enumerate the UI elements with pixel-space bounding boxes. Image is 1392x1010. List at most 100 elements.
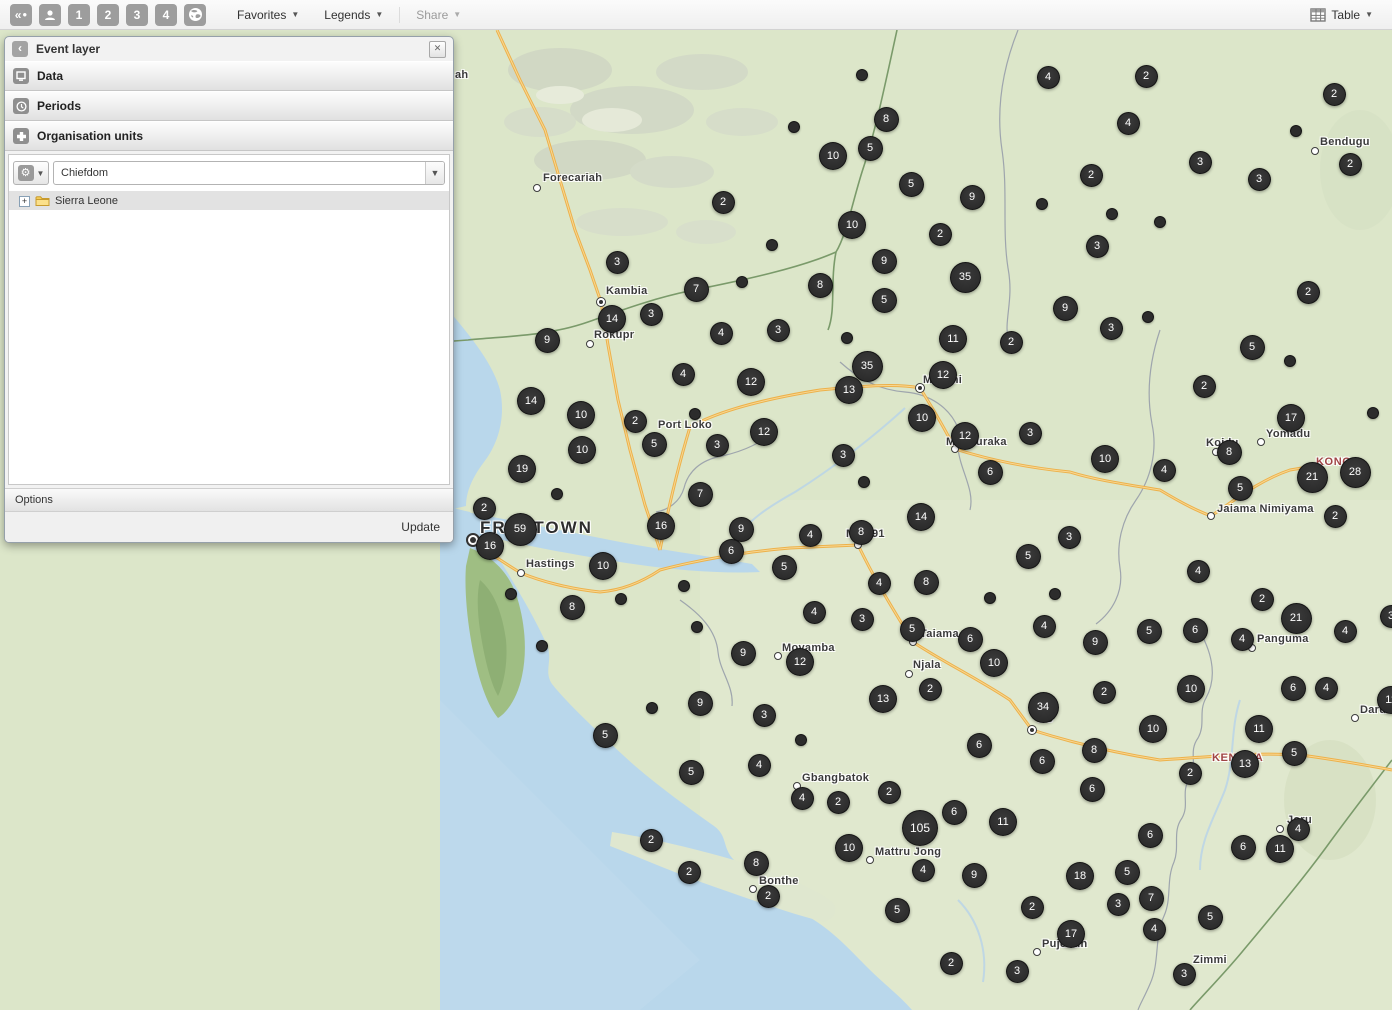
event-cluster[interactable]: 5 — [1137, 619, 1162, 644]
event-cluster[interactable]: 8 — [808, 273, 833, 298]
event-dot[interactable] — [1142, 311, 1154, 323]
event-cluster[interactable]: 3 — [640, 303, 663, 326]
event-cluster[interactable]: 2 — [1000, 331, 1023, 354]
event-cluster[interactable]: 10 — [589, 552, 617, 580]
event-dot[interactable] — [1036, 198, 1048, 210]
event-cluster[interactable]: 21 — [1297, 462, 1328, 493]
event-cluster[interactable]: 5 — [885, 898, 910, 923]
event-cluster[interactable]: 8 — [744, 851, 769, 876]
event-cluster[interactable]: 10 — [568, 436, 596, 464]
event-cluster[interactable]: 7 — [1139, 886, 1164, 911]
section-data[interactable]: Data — [5, 61, 453, 91]
event-cluster[interactable]: 9 — [729, 517, 754, 542]
event-cluster[interactable]: 6 — [1183, 618, 1208, 643]
event-cluster[interactable]: 6 — [1080, 777, 1105, 802]
event-cluster[interactable]: 3 — [1086, 235, 1109, 258]
event-dot[interactable] — [678, 580, 690, 592]
event-cluster[interactable]: 5 — [1016, 544, 1041, 569]
event-cluster[interactable]: 5 — [1282, 741, 1307, 766]
event-cluster[interactable]: 5 — [1115, 860, 1140, 885]
event-cluster[interactable]: 10 — [835, 834, 863, 862]
event-cluster[interactable]: 3 — [767, 319, 790, 342]
event-cluster[interactable]: 2 — [1297, 281, 1320, 304]
event-cluster[interactable]: 11 — [1245, 715, 1273, 743]
event-cluster[interactable]: 9 — [731, 641, 756, 666]
event-cluster[interactable]: 11 — [939, 325, 967, 353]
event-cluster[interactable]: 16 — [647, 512, 675, 540]
event-cluster[interactable]: 5 — [679, 760, 704, 785]
event-cluster[interactable]: 3 — [1107, 893, 1130, 916]
event-cluster[interactable]: 4 — [799, 524, 822, 547]
event-cluster[interactable]: 5 — [1198, 905, 1223, 930]
update-button[interactable]: Update — [401, 520, 440, 534]
event-cluster[interactable]: 3 — [1100, 317, 1123, 340]
event-cluster[interactable]: 12 — [737, 368, 765, 396]
event-cluster[interactable]: 6 — [1281, 676, 1306, 701]
event-cluster[interactable]: 4 — [912, 859, 935, 882]
event-cluster[interactable]: 4 — [1231, 628, 1254, 651]
event-dot[interactable] — [689, 408, 701, 420]
event-cluster[interactable]: 2 — [624, 410, 647, 433]
event-dot[interactable] — [551, 488, 563, 500]
event-cluster[interactable]: 2 — [1339, 153, 1362, 176]
event-cluster[interactable]: 10 — [567, 401, 595, 429]
event-cluster[interactable]: 3 — [606, 251, 629, 274]
event-cluster[interactable]: 4 — [1037, 66, 1060, 89]
event-cluster[interactable]: 5 — [642, 432, 667, 457]
event-cluster[interactable]: 4 — [1143, 918, 1166, 941]
event-cluster[interactable]: 6 — [942, 800, 967, 825]
event-cluster[interactable]: 10 — [1139, 715, 1167, 743]
event-cluster[interactable]: 8 — [1082, 738, 1107, 763]
event-cluster[interactable]: 4 — [803, 601, 826, 624]
event-cluster[interactable]: 8 — [914, 570, 939, 595]
event-cluster[interactable]: 17 — [1277, 404, 1305, 432]
event-dot[interactable] — [1367, 407, 1379, 419]
event-dot[interactable] — [766, 239, 778, 251]
event-cluster[interactable]: 10 — [1091, 445, 1119, 473]
event-cluster[interactable]: 2 — [1324, 505, 1347, 528]
apps-icon[interactable]: «● — [10, 4, 32, 26]
table-menu[interactable]: Table ▼ — [1301, 0, 1382, 29]
event-dot[interactable] — [984, 592, 996, 604]
event-cluster[interactable]: 11 — [1266, 835, 1294, 863]
event-cluster[interactable]: 4 — [672, 363, 695, 386]
event-dot[interactable] — [736, 276, 748, 288]
event-cluster[interactable]: 2 — [473, 497, 496, 520]
event-cluster[interactable]: 6 — [1030, 749, 1055, 774]
event-cluster[interactable]: 2 — [827, 791, 850, 814]
event-cluster[interactable]: 2 — [1093, 681, 1116, 704]
event-cluster[interactable]: 8 — [560, 595, 585, 620]
event-dot[interactable] — [505, 588, 517, 600]
section-options[interactable]: Options — [5, 488, 453, 512]
event-cluster[interactable]: 12 — [929, 361, 957, 389]
event-cluster[interactable]: 2 — [929, 223, 952, 246]
tree-node-sierra-leone[interactable]: + Sierra Leone — [9, 192, 449, 210]
event-cluster[interactable]: 6 — [1138, 823, 1163, 848]
section-periods[interactable]: Periods — [5, 91, 453, 121]
orgunit-settings-button[interactable]: ⚙ ▼ — [13, 161, 49, 185]
event-dot[interactable] — [1106, 208, 1118, 220]
event-cluster[interactable]: 13 — [835, 376, 863, 404]
event-cluster[interactable]: 28 — [1340, 457, 1371, 488]
event-dot[interactable] — [788, 121, 800, 133]
event-cluster[interactable]: 10 — [838, 211, 866, 239]
collapse-left-icon[interactable]: ‹ — [12, 41, 28, 57]
event-cluster[interactable]: 4 — [791, 787, 814, 810]
event-cluster[interactable]: 5 — [899, 172, 924, 197]
event-cluster[interactable]: 6 — [958, 627, 983, 652]
event-dot[interactable] — [536, 640, 548, 652]
event-cluster[interactable]: 9 — [1053, 296, 1078, 321]
event-cluster[interactable]: 6 — [719, 539, 744, 564]
event-dot[interactable] — [795, 734, 807, 746]
event-cluster[interactable]: 14 — [517, 387, 545, 415]
event-cluster[interactable]: 11 — [989, 808, 1017, 836]
event-cluster[interactable]: 12 — [951, 422, 979, 450]
event-cluster[interactable]: 2 — [1251, 588, 1274, 611]
event-cluster[interactable]: 3 — [1019, 422, 1042, 445]
event-cluster[interactable]: 6 — [978, 460, 1003, 485]
event-cluster[interactable]: 2 — [1135, 65, 1158, 88]
event-cluster[interactable]: 18 — [1066, 862, 1094, 890]
event-cluster[interactable]: 14 — [907, 503, 935, 531]
event-cluster[interactable]: 9 — [962, 863, 987, 888]
event-dot[interactable] — [841, 332, 853, 344]
